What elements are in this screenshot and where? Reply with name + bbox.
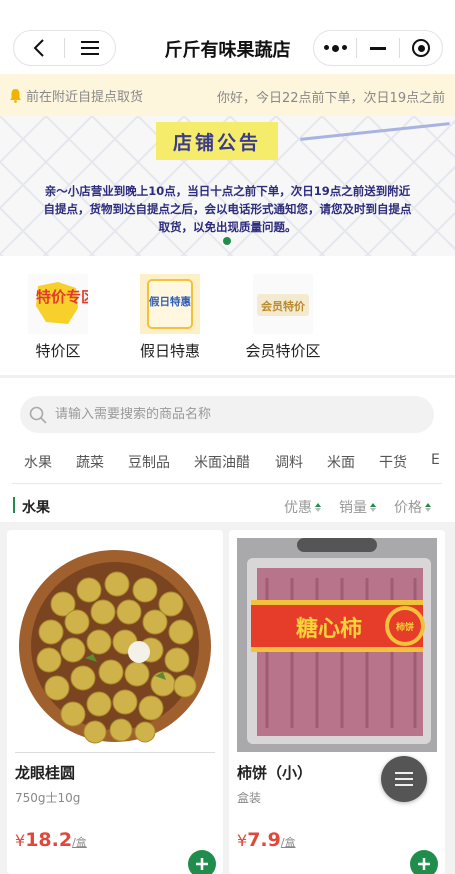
search-input[interactable] bbox=[55, 407, 385, 422]
minimize-button[interactable] bbox=[357, 31, 399, 65]
plus-icon bbox=[196, 858, 208, 870]
notice-scroll-text: 你好，今日22点前下单，次日19点之前 bbox=[217, 91, 446, 106]
product-price: ¥7.9/盒 bbox=[237, 829, 296, 851]
sort-price[interactable]: 价格 bbox=[394, 497, 431, 517]
tab-rice-noodles[interactable]: 米面 bbox=[327, 452, 355, 472]
member-price-icon-text: 会员特价 bbox=[261, 299, 306, 313]
product-name: 龙眼桂圆 bbox=[15, 764, 76, 782]
hamburger-icon bbox=[395, 772, 413, 774]
card-divider bbox=[15, 752, 215, 753]
category-special-price[interactable]: 特价专区 特价区 bbox=[8, 274, 108, 361]
more-button[interactable] bbox=[314, 31, 356, 65]
special-price-icon-text-1: 特价专区 bbox=[36, 288, 88, 306]
product-card[interactable]: 糖心柿 柿饼 柿饼（小） 盒装 ¥7.9/盒 bbox=[229, 530, 445, 874]
holiday-deals-icon: 假日特惠 bbox=[140, 274, 200, 334]
tab-fruit[interactable]: 水果 bbox=[24, 452, 52, 472]
search-icon bbox=[29, 405, 49, 425]
search-bar[interactable] bbox=[20, 396, 434, 433]
tab-vegetables[interactable]: 蔬菜 bbox=[76, 452, 104, 472]
sort-sales[interactable]: 销量 bbox=[339, 497, 376, 517]
member-price-icon: 会员特价 bbox=[253, 274, 313, 334]
sort-row: 水果 优惠 销量 价格 bbox=[0, 492, 455, 520]
sort-label: 价格 bbox=[394, 500, 422, 516]
record-icon bbox=[412, 39, 430, 57]
sort-discount[interactable]: 优惠 bbox=[284, 497, 321, 517]
plus-icon bbox=[418, 858, 430, 870]
floating-menu-button[interactable] bbox=[381, 756, 427, 802]
product-spec: 750g士10g bbox=[15, 791, 81, 805]
category-label: 会员特价区 bbox=[245, 342, 321, 360]
tabs-divider bbox=[12, 483, 442, 484]
section-divider bbox=[0, 375, 455, 378]
tab-soy-products[interactable]: 豆制品 bbox=[128, 452, 170, 472]
holiday-deals-icon-text: 假日特惠 bbox=[149, 295, 191, 308]
add-to-cart-button[interactable] bbox=[188, 850, 216, 874]
special-price-icon: 特价专区 bbox=[28, 274, 88, 334]
product-image-persimmon: 糖心柿 柿饼 bbox=[237, 538, 437, 752]
decorative-line bbox=[300, 122, 450, 141]
category-shortcuts: 特价专区 特价区 假日特惠 假日特惠 会员特价 会员特价区 bbox=[0, 256, 455, 376]
category-holiday-deals[interactable]: 假日特惠 假日特惠 bbox=[120, 274, 220, 361]
banner-title: 店铺公告 bbox=[156, 122, 278, 160]
sort-arrows-icon bbox=[315, 502, 321, 512]
category-label: 假日特惠 bbox=[139, 342, 200, 360]
category-member-price[interactable]: 会员特价 会员特价区 bbox=[233, 274, 333, 361]
tab-grain-oil-vinegar[interactable]: 米面油醋 bbox=[194, 452, 250, 472]
product-spec: 盒装 bbox=[237, 791, 262, 805]
banner-text: 亲～小店营业到晚上10点，当日十点之前下单，次日19点之前送到附近自提点，货物到… bbox=[43, 184, 412, 234]
currency-symbol: ¥ bbox=[237, 831, 248, 850]
tab-seasoning[interactable]: 调料 bbox=[275, 452, 303, 472]
bell-icon bbox=[9, 88, 23, 103]
sort-label: 销量 bbox=[339, 500, 367, 516]
price-value: 18.2 bbox=[25, 829, 73, 851]
close-button[interactable] bbox=[400, 31, 442, 65]
currency-symbol: ¥ bbox=[15, 831, 26, 850]
announcement-banner[interactable]: 店铺公告 亲～小店营业到晚上10点，当日十点之前下单，次日19点之前送到附近自提… bbox=[0, 116, 455, 256]
category-label: 特价区 bbox=[35, 342, 81, 360]
section-title: 水果 bbox=[22, 500, 50, 516]
notice-text: 前在附近自提点取货 bbox=[26, 89, 144, 105]
sort-label: 优惠 bbox=[284, 500, 312, 516]
nav-capsule-right bbox=[313, 30, 443, 66]
notice-bar: 前在附近自提点取货 你好，今日22点前下单，次日19点之前 bbox=[0, 74, 455, 116]
minus-icon bbox=[370, 46, 386, 50]
product-label-text: 糖心柿 bbox=[296, 616, 362, 642]
nav-bar: 斤斤有味果蔬店 bbox=[0, 0, 455, 74]
sort-arrows-icon bbox=[425, 502, 431, 512]
product-price: ¥18.2/盒 bbox=[15, 829, 87, 851]
product-name: 柿饼（小） bbox=[237, 764, 313, 782]
price-unit: /盒 bbox=[72, 836, 87, 849]
add-to-cart-button[interactable] bbox=[410, 850, 438, 874]
price-value: 7.9 bbox=[247, 829, 281, 851]
section-marker bbox=[13, 497, 15, 513]
sort-arrows-icon bbox=[370, 502, 376, 512]
more-dots-icon bbox=[323, 44, 347, 52]
product-image-longan bbox=[15, 538, 215, 752]
carousel-indicator[interactable] bbox=[223, 237, 231, 245]
tab-dry-goods[interactable]: 干货 bbox=[379, 452, 407, 472]
product-card[interactable]: 龙眼桂圆 750g士10g ¥18.2/盒 bbox=[7, 530, 223, 874]
category-tabs: 水果 蔬菜 豆制品 米面油醋 调料 米面 干货 E bbox=[0, 446, 455, 476]
tab-more[interactable]: E bbox=[431, 452, 440, 468]
product-badge-text: 柿饼 bbox=[396, 621, 414, 633]
price-unit: /盒 bbox=[280, 836, 296, 849]
